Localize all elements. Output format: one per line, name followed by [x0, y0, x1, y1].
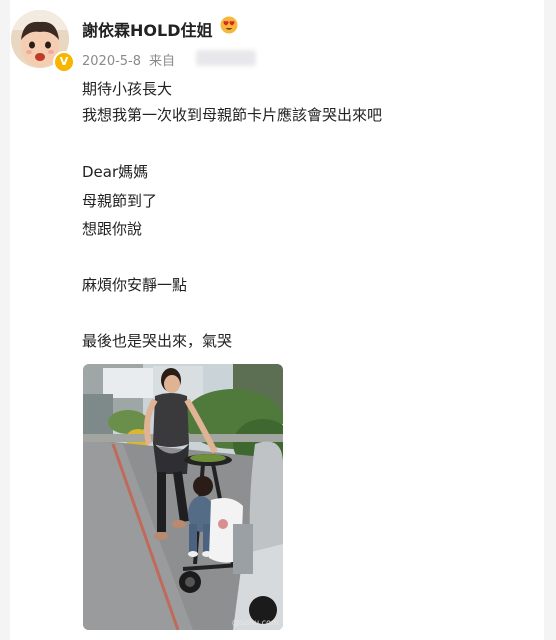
post-text-line-2: 我想我第一次收到母親節卡片應該會哭出來吧	[82, 106, 383, 124]
photo-watermark: @sohu.com	[232, 618, 279, 627]
post-source-app-blurred	[196, 50, 256, 66]
post-username[interactable]: 謝依霖HOLD住姐	[82, 17, 212, 41]
verified-badge-icon: V	[53, 51, 75, 73]
post-photo[interactable]	[83, 364, 283, 630]
post-text-line-4: 母親節到了	[82, 192, 158, 210]
heart-eyes-emoji-icon	[220, 16, 238, 34]
post-source-label: 来自	[149, 54, 176, 69]
post-text-line-6: 麻煩你安靜一點	[82, 276, 188, 294]
post-text-line-5: 想跟你說	[82, 220, 143, 238]
post-meta: 2020-5-8 来自	[82, 50, 175, 69]
post-date[interactable]: 2020-5-8	[82, 54, 141, 69]
post-text-line-7: 最後也是哭出來，氣哭	[82, 332, 233, 350]
post-text-line-3: Dear媽媽	[82, 163, 149, 181]
post-text-line-1: 期待小孩長大	[82, 80, 173, 98]
